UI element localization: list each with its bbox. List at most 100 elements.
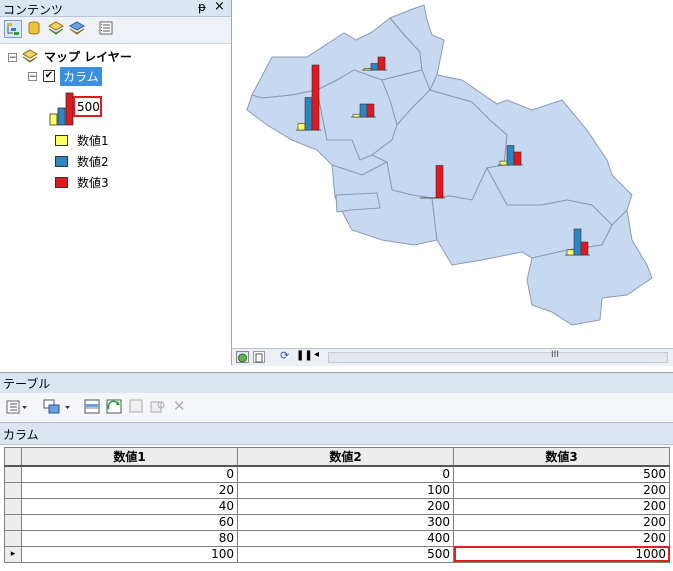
map-statusbar: ⟳ ❚❚ ◂ III	[232, 348, 673, 366]
table-title-bar: テーブル	[0, 372, 673, 394]
select-by-attributes-icon	[84, 399, 100, 414]
list-by-source-button[interactable]	[26, 20, 44, 38]
row-selector[interactable]	[4, 497, 22, 515]
chart-bar-2	[506, 145, 515, 166]
table-row[interactable]: ▸ 100 500 1000	[4, 545, 670, 563]
row-selector[interactable]	[4, 465, 22, 483]
cell[interactable]: 200	[453, 529, 670, 547]
row-selector[interactable]	[4, 481, 22, 499]
cell[interactable]: 20	[21, 481, 238, 499]
chart-bar-3	[435, 165, 444, 199]
chart-size-label: 500	[77, 100, 100, 114]
cell[interactable]: 100	[21, 545, 238, 563]
related-tables-icon	[43, 399, 70, 414]
cell-highlighted[interactable]: 1000	[453, 545, 670, 563]
select-by-attributes-button[interactable]	[84, 399, 100, 418]
table-layer-tab[interactable]: カラム	[3, 426, 39, 443]
zoom-to-selected-button[interactable]	[150, 399, 166, 418]
legend-swatch-2	[55, 156, 68, 167]
delete-selected-icon[interactable]: ✕	[173, 397, 186, 415]
row-selector-header[interactable]	[4, 447, 22, 467]
scrollbar-grip[interactable]: III	[551, 350, 559, 360]
table-layer-tab-bar: カラム	[0, 422, 673, 445]
current-row-marker[interactable]: ▸	[4, 545, 22, 563]
cell[interactable]: 500	[237, 545, 454, 563]
chart-bar-1	[297, 123, 306, 131]
row-selector[interactable]	[4, 513, 22, 531]
cell[interactable]: 500	[453, 465, 670, 483]
attribute-table[interactable]: 数値1 数値2 数値3 0 0 500 20 100 200 40 200 20…	[4, 447, 670, 563]
list-by-selection-button[interactable]	[68, 20, 86, 38]
chart-bar-3	[513, 151, 522, 166]
table-row[interactable]: 20 100 200	[4, 481, 670, 499]
switch-selection-icon	[106, 399, 122, 414]
options-button[interactable]	[98, 20, 116, 38]
clear-selection-icon	[129, 399, 143, 413]
chart-bar-2	[359, 103, 368, 118]
legend-swatch-3	[55, 177, 68, 188]
data-frame-name[interactable]: マップ レイヤー	[44, 48, 132, 65]
pin-icon[interactable]: ᵽ	[198, 0, 206, 14]
table-row[interactable]: 40 200 200	[4, 497, 670, 515]
legend-label-1: 数値1	[77, 134, 109, 148]
list-by-drawing-order-button[interactable]	[4, 20, 22, 38]
chart-bar-3	[580, 241, 589, 256]
cell[interactable]: 400	[237, 529, 454, 547]
drawing-order-icon	[7, 23, 19, 35]
chart-bar-3	[366, 103, 375, 118]
layout-view-button[interactable]	[253, 351, 265, 363]
related-tables-button[interactable]	[43, 399, 73, 418]
legend-swatch-1	[55, 135, 68, 146]
cell[interactable]: 100	[237, 481, 454, 499]
layers-icon	[21, 49, 39, 63]
globe-icon	[238, 353, 247, 363]
legend-label-2: 数値2	[77, 155, 109, 169]
map-view[interactable]	[232, 0, 673, 348]
table-header-row: 数値1 数値2 数値3	[4, 447, 670, 467]
table-row[interactable]: 60 300 200	[4, 513, 670, 531]
map-canvas[interactable]	[232, 0, 673, 348]
cell[interactable]: 40	[21, 497, 238, 515]
contents-title: コンテンツ	[3, 3, 64, 17]
cell[interactable]: 0	[237, 465, 454, 483]
cell[interactable]: 200	[453, 481, 670, 499]
legend-label-3: 数値3	[77, 176, 109, 190]
cell[interactable]: 200	[237, 497, 454, 515]
column-header-3[interactable]: 数値3	[453, 447, 670, 467]
close-icon[interactable]: ×	[214, 0, 225, 14]
chart-bar-1	[499, 160, 508, 166]
cell[interactable]: 0	[21, 465, 238, 483]
chart-bar-3	[311, 64, 320, 131]
table-row[interactable]: 0 0 500	[4, 465, 670, 483]
collapse-icon[interactable]: −	[28, 72, 37, 82]
table-options-icon	[6, 400, 27, 414]
contents-toolbar	[0, 17, 231, 44]
horizontal-scrollbar[interactable]: III	[328, 350, 668, 363]
pause-icon[interactable]: ❚❚	[296, 350, 313, 361]
layer-name[interactable]: カラム	[60, 67, 102, 86]
table-toolbar: ✕	[0, 393, 673, 421]
chart-bar-2	[573, 228, 582, 256]
table-options-button[interactable]	[6, 399, 28, 418]
column-header-1[interactable]: 数値1	[21, 447, 238, 467]
table-row[interactable]: 80 400 200	[4, 529, 670, 547]
list-by-visibility-button[interactable]	[47, 20, 65, 38]
chart-bar-1	[352, 114, 361, 118]
collapse-icon[interactable]: −	[8, 53, 17, 63]
data-view-button[interactable]	[236, 351, 249, 363]
cell[interactable]: 200	[453, 497, 670, 515]
column-header-2[interactable]: 数値2	[237, 447, 454, 467]
chart-bar-2	[304, 97, 313, 131]
row-selector[interactable]	[4, 529, 22, 547]
scroll-left-icon[interactable]: ◂	[314, 349, 319, 360]
page-icon	[255, 353, 263, 363]
cell[interactable]: 300	[237, 513, 454, 531]
cell[interactable]: 200	[453, 513, 670, 531]
cell[interactable]: 60	[21, 513, 238, 531]
refresh-icon[interactable]: ⟳	[280, 349, 289, 362]
switch-selection-button[interactable]	[106, 399, 122, 418]
clear-selection-button[interactable]	[129, 399, 145, 418]
chart-bar-2	[370, 63, 379, 71]
cell[interactable]: 80	[21, 529, 238, 547]
layer-visibility-checkbox[interactable]: ✔	[43, 70, 55, 82]
